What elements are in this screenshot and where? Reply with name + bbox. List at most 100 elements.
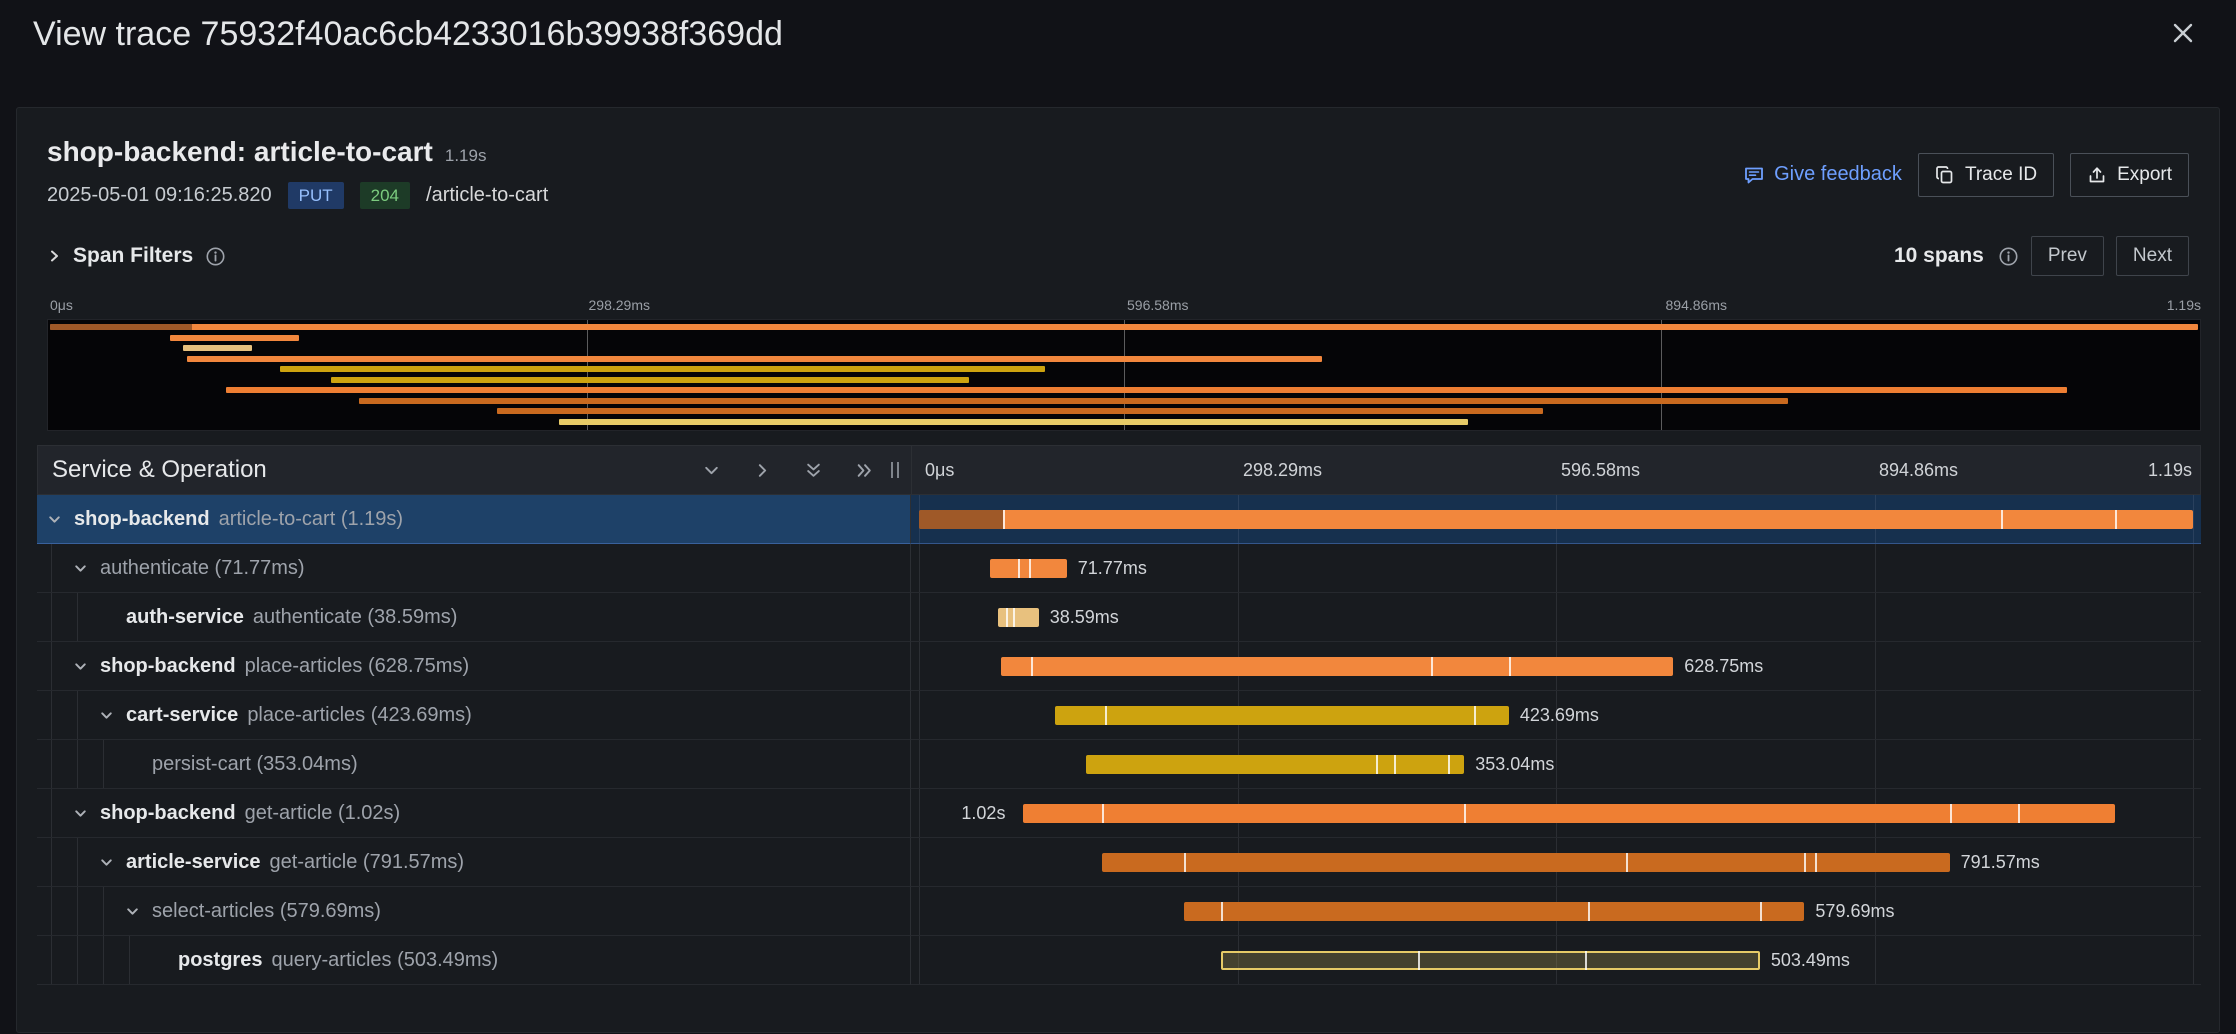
span-row[interactable]: select-articles (579.69ms)579.69ms: [37, 887, 2201, 936]
timeline-gridline: [2193, 740, 2194, 788]
row-expander-icon[interactable]: [73, 806, 100, 821]
minimap-canvas[interactable]: [47, 319, 2201, 431]
service-operation-header: Service & Operation: [38, 446, 912, 494]
span-bar-cell: [911, 495, 2201, 544]
span-duration-label: 628.75ms: [1684, 642, 1763, 691]
span-event-tick: [1804, 853, 1806, 872]
operation-name: authenticate (71.77ms): [100, 557, 305, 580]
row-expander-icon[interactable]: [125, 904, 152, 919]
timeline-header: 0μs298.29ms596.58ms894.86ms1.19s: [912, 446, 2200, 494]
service-name: cart-service: [126, 704, 238, 727]
timeline-gridline: [1875, 593, 1876, 641]
span-duration-label: 353.04ms: [1475, 740, 1554, 789]
span-event-tick: [1105, 706, 1107, 725]
timeline-gridline: [2193, 789, 2194, 837]
close-button[interactable]: [2162, 12, 2204, 54]
span-row[interactable]: shop-backendplace-articles (628.75ms)628…: [37, 642, 2201, 691]
span-row[interactable]: persist-cart (353.04ms) 353.04ms: [37, 740, 2201, 789]
span-bar[interactable]: [1086, 755, 1464, 774]
span-row[interactable]: postgresquery-articles (503.49ms)503.49m…: [37, 936, 2201, 985]
timeline-gridline: [2193, 691, 2194, 739]
timeline-gridline: [919, 789, 920, 837]
app-header: View trace 75932f40ac6cb4233016b39938f36…: [0, 0, 2236, 107]
span-bar[interactable]: [1221, 951, 1760, 970]
span-name-cell: shop-backendget-article (1.02s): [37, 789, 911, 838]
span-event-tick: [1431, 657, 1433, 676]
page-title: View trace 75932f40ac6cb4233016b39938f36…: [33, 12, 783, 56]
double-chevron-right-icon[interactable]: [856, 462, 873, 479]
timeline-gridline: [919, 936, 920, 984]
span-row[interactable]: shop-backendarticle-to-cart (1.19s): [37, 495, 2201, 544]
operation-name: persist-cart (353.04ms): [152, 753, 358, 776]
span-bar-cell: 628.75ms: [911, 642, 2201, 691]
trace-id-button[interactable]: Trace ID: [1918, 153, 2054, 197]
span-duration-label: 71.77ms: [1078, 544, 1147, 593]
timeline-gridline: [2193, 936, 2194, 984]
span-row[interactable]: shop-backendget-article (1.02s)1.02s: [37, 789, 2201, 838]
info-icon[interactable]: [1998, 246, 2019, 267]
timeline-gridline: [2193, 544, 2194, 592]
span-event-tick: [1626, 853, 1628, 872]
row-expander-icon[interactable]: [73, 561, 100, 576]
operation-name: query-articles (503.49ms): [271, 949, 498, 972]
indent-guide: [77, 936, 78, 984]
double-chevron-down-icon[interactable]: [805, 462, 822, 479]
trace-timestamp: 2025-05-01 09:16:25.820: [47, 184, 272, 207]
span-filters-toggle[interactable]: Span Filters: [47, 244, 226, 268]
time-tick-label: 0μs: [47, 297, 73, 313]
span-bar-cell: 1.02s: [911, 789, 2201, 838]
row-expander-icon[interactable]: [47, 512, 74, 527]
span-row[interactable]: cart-serviceplace-articles (423.69ms)423…: [37, 691, 2201, 740]
span-event-tick: [1394, 755, 1396, 774]
timeline-gridline: [919, 593, 920, 641]
span-bar[interactable]: [1001, 657, 1674, 676]
span-bar[interactable]: [998, 608, 1039, 627]
indent-guide: [103, 887, 104, 935]
timeline-gridline: [1238, 544, 1239, 592]
minimap-lane: [50, 345, 2198, 352]
row-expander-icon[interactable]: [73, 659, 100, 674]
trace-title: shop-backend: article-to-cart: [47, 136, 433, 168]
span-row[interactable]: authenticate (71.77ms) 71.77ms: [37, 544, 2201, 593]
span-name-cell: postgresquery-articles (503.49ms): [37, 936, 911, 985]
column-resize-handle[interactable]: [891, 462, 899, 478]
service-name: article-service: [126, 851, 261, 874]
minimap-span-bar: [331, 377, 969, 383]
span-name-cell: auth-serviceauthenticate (38.59ms): [37, 593, 911, 642]
indent-guide: [103, 740, 104, 788]
span-event-tick: [1018, 559, 1020, 578]
operation-name: place-articles (423.69ms): [247, 704, 472, 727]
minimap-lane: [50, 324, 2198, 331]
span-name-cell: persist-cart (353.04ms): [37, 740, 911, 789]
minimap-lane: [50, 408, 2198, 415]
timeline-gridline: [2193, 642, 2194, 690]
span-row[interactable]: article-serviceget-article (791.57ms) 791…: [37, 838, 2201, 887]
indent-guide: [51, 936, 52, 984]
export-button[interactable]: Export: [2070, 153, 2189, 197]
minimap-span-bar: [170, 335, 299, 341]
row-expander-icon[interactable]: [99, 855, 126, 870]
chevron-down-icon[interactable]: [703, 462, 720, 479]
time-tick-label: 596.58ms: [1124, 297, 1188, 313]
row-expander-icon[interactable]: [99, 708, 126, 723]
time-tick-label: 1.19s: [2167, 297, 2201, 313]
span-bar[interactable]: [1184, 902, 1804, 921]
give-feedback-link[interactable]: Give feedback: [1743, 163, 1902, 186]
span-bar[interactable]: [1102, 853, 1949, 872]
time-tick-label: 596.58ms: [1556, 446, 1640, 494]
export-icon: [2087, 165, 2107, 185]
info-icon[interactable]: [205, 246, 226, 267]
next-button[interactable]: Next: [2116, 236, 2189, 276]
span-name-cell: article-serviceget-article (791.57ms): [37, 838, 911, 887]
span-table: Service & Operation: [37, 445, 2201, 985]
span-event-tick: [1815, 853, 1817, 872]
prev-button[interactable]: Prev: [2031, 236, 2104, 276]
indent-guide: [77, 740, 78, 788]
trace-panel: shop-backend: article-to-cart 1.19s 2025…: [16, 107, 2220, 1033]
span-duration-label: 791.57ms: [1961, 838, 2040, 887]
chevron-right-icon[interactable]: [754, 462, 771, 479]
span-bar[interactable]: [1055, 706, 1509, 725]
span-row[interactable]: auth-serviceauthenticate (38.59ms)38.59m…: [37, 593, 2201, 642]
timeline-gridline: [919, 691, 920, 739]
minimap-lane: [50, 377, 2198, 384]
